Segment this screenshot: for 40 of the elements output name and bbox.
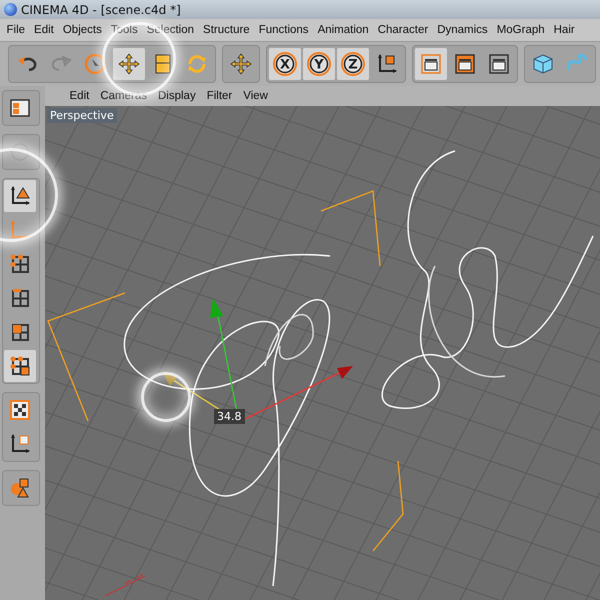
menu-item[interactable]: Selection: [142, 22, 199, 38]
viewport-menu-item[interactable]: Cameras: [96, 88, 152, 104]
grid-square-icon: [8, 354, 32, 378]
menu-item[interactable]: Hair: [549, 22, 580, 38]
object-axis-tool-button[interactable]: [4, 180, 36, 212]
four-arrow-icon: [117, 52, 141, 76]
clapperboard-icon: [419, 52, 443, 76]
clapperboard-icon: [487, 52, 511, 76]
window-title: CINEMA 4D - [scene.c4d *]: [21, 2, 181, 16]
viewport-menu-item[interactable]: Display: [153, 88, 200, 104]
axis-corner-icon: [8, 184, 32, 208]
move-tool-button[interactable]: [113, 48, 145, 80]
cube-icon: [531, 52, 555, 76]
viewport-menu-item[interactable]: View: [238, 88, 272, 104]
menu-item[interactable]: Edit: [30, 22, 58, 38]
menu-item[interactable]: Dynamics: [432, 22, 492, 38]
distance-readout: 34.8: [214, 409, 244, 424]
menu-item[interactable]: Objects: [58, 22, 106, 38]
camera-label: Perspective: [47, 108, 117, 123]
viewport[interactable]: Perspective 34.8: [45, 106, 600, 600]
render-view-tool-button[interactable]: [415, 48, 447, 80]
menu-item[interactable]: Structure: [198, 22, 254, 38]
magnifier-highlight: [141, 372, 191, 422]
menu-item[interactable]: File: [2, 22, 30, 38]
menu-item[interactable]: MoGraph: [492, 22, 550, 38]
checkerboard-icon: [8, 398, 32, 422]
four-arrow-icon: [229, 52, 253, 76]
axis-corner-icon: [8, 432, 32, 456]
clapperboard-icon: [453, 52, 477, 76]
menu-item[interactable]: Tools: [106, 22, 142, 38]
grid-square-icon: [8, 252, 32, 276]
viewport-menu-item[interactable]: Filter: [202, 88, 237, 104]
menu-item[interactable]: Functions: [254, 22, 314, 38]
menu-item[interactable]: Animation: [313, 22, 374, 38]
circular-arrows-icon: [185, 52, 209, 76]
viewport-menu-item[interactable]: Edit: [65, 88, 94, 104]
axes-cube-icon: [375, 52, 399, 76]
multi-select-tool-button[interactable]: [4, 350, 36, 382]
menu-item[interactable]: Character: [373, 22, 433, 38]
app-logo-icon: [4, 3, 17, 16]
